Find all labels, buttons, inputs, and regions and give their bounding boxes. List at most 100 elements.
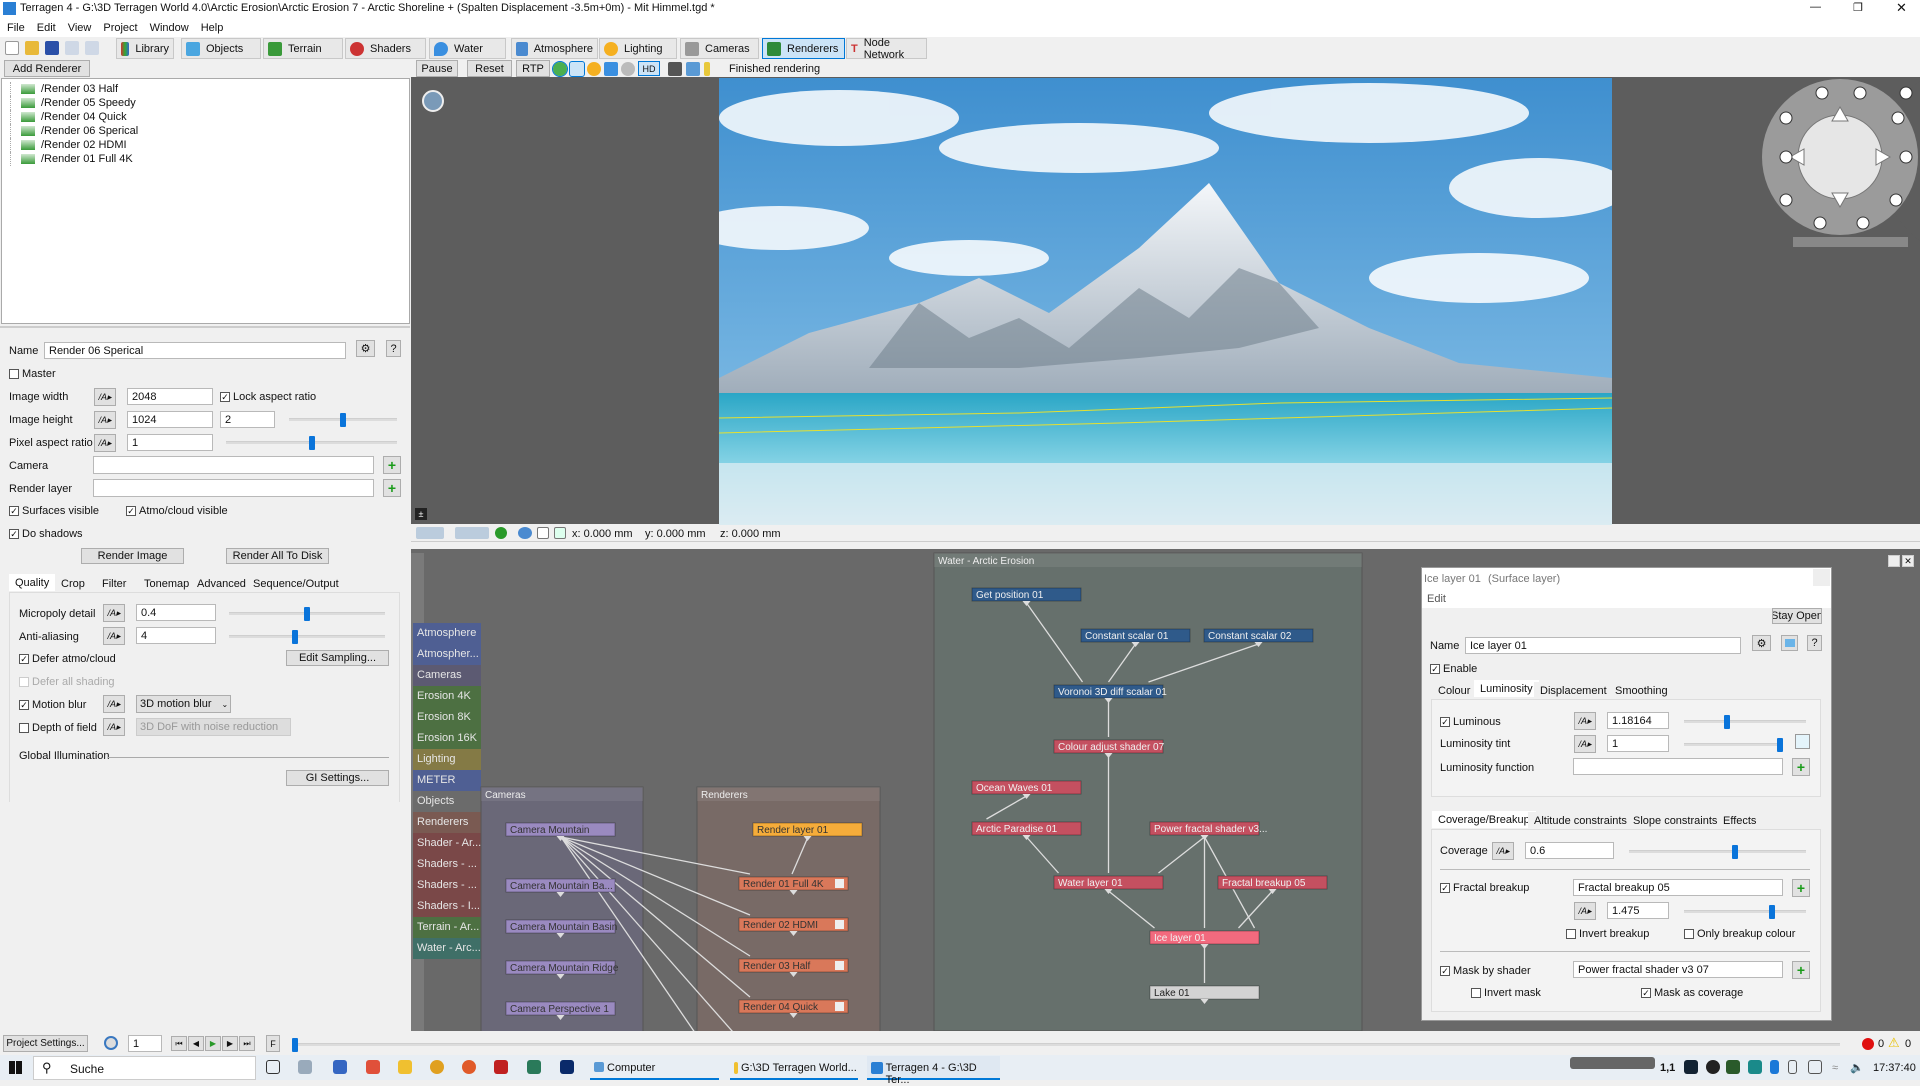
taskbar-app-explorer[interactable]: G:\3D Terragen World... [730, 1056, 858, 1080]
luminosity-tint-label: Luminosity tint [1440, 738, 1511, 750]
only-breakup-colour-checkbox[interactable]: Only breakup colour [1684, 928, 1795, 940]
enable-checkbox[interactable]: ✓ Enable [1430, 663, 1477, 675]
stay-open-button[interactable]: Stay Open [1772, 608, 1822, 624]
nvidia-icon[interactable] [1726, 1060, 1740, 1074]
luminous-checkbox[interactable]: ✓ Luminous [1440, 716, 1501, 728]
slider-thumb[interactable] [1777, 738, 1783, 752]
luminous-slider[interactable] [1684, 715, 1806, 729]
surface-name-field[interactable]: Ice layer 01 [1465, 637, 1741, 654]
app-icon[interactable] [527, 1060, 541, 1074]
first-frame-button[interactable]: ⏮ [171, 1036, 187, 1051]
gear-menu-button[interactable]: ⚙ [1752, 635, 1771, 651]
function-button[interactable]: /A▸ [1574, 902, 1596, 920]
add-breakup-button[interactable]: + [1792, 879, 1810, 897]
function-button[interactable]: /A▸ [1574, 712, 1596, 730]
invert-breakup-checkbox[interactable]: Invert breakup [1566, 928, 1649, 940]
tab-colour[interactable]: Colour [1432, 682, 1477, 699]
firefox-icon[interactable] [462, 1060, 476, 1074]
slider-thumb[interactable] [1768, 905, 1775, 919]
invert-mask-checkbox[interactable]: Invert mask [1471, 987, 1541, 999]
keyframe-button[interactable]: F [266, 1035, 280, 1052]
camera-node-label: Camera Mountain Ba... [510, 881, 613, 892]
slider-thumb[interactable] [1723, 715, 1730, 729]
timeline-slider[interactable] [292, 1038, 1840, 1052]
preview-button[interactable] [1781, 635, 1798, 651]
luminosity-tint-field[interactable]: 1 [1607, 735, 1669, 752]
panel-close-button[interactable]: ✕ [1902, 555, 1914, 567]
function-button[interactable]: /A▸ [1492, 842, 1514, 860]
meet-icon[interactable] [1808, 1060, 1822, 1074]
clock-icon[interactable] [104, 1036, 118, 1050]
photoshop-icon[interactable] [560, 1060, 574, 1074]
play-button[interactable]: ▶ [205, 1036, 221, 1051]
tray-icon[interactable] [1748, 1060, 1762, 1074]
fractal-breakup-checkbox[interactable]: ✓ Fractal breakup [1440, 882, 1529, 894]
tab-displacement[interactable]: Displacement [1534, 682, 1613, 699]
project-settings-button[interactable]: Project Settings... [3, 1035, 88, 1052]
expand-icon[interactable] [835, 961, 844, 970]
shader-node-label: Ocean Waves 01 [976, 783, 1053, 794]
wifi-icon[interactable]: ≈ [1832, 1062, 1838, 1074]
keyboard-layout[interactable]: 1,1 [1660, 1062, 1675, 1074]
tray-icon[interactable] [1684, 1060, 1698, 1074]
windows-start-button[interactable] [9, 1061, 22, 1074]
task-view-icon[interactable] [266, 1060, 280, 1074]
coverage-field[interactable]: 0.6 [1525, 842, 1614, 859]
mask-shader-field[interactable]: Power fractal shader v3 07 [1573, 961, 1783, 978]
luminosity-tint-slider[interactable] [1684, 738, 1783, 752]
frame-field[interactable]: 1 [128, 1035, 162, 1052]
usb-icon[interactable] [1788, 1060, 1797, 1074]
panel-restore-button[interactable] [1888, 555, 1900, 567]
luminous-field[interactable]: 1.18164 [1607, 712, 1669, 729]
slider-thumb[interactable] [292, 1038, 298, 1052]
app-icon[interactable] [430, 1060, 444, 1074]
coverage-tab-panel [1431, 829, 1821, 1012]
prev-frame-button[interactable]: ◀ [188, 1036, 204, 1051]
fractal-breakup-field[interactable]: Fractal breakup 05 [1573, 879, 1783, 896]
volume-icon[interactable]: 🔈 [1850, 1061, 1864, 1074]
tint-colour-swatch[interactable] [1795, 734, 1810, 749]
last-frame-button[interactable]: ⏭ [239, 1036, 255, 1051]
file-explorer-icon[interactable] [398, 1060, 412, 1074]
shader-node-label: Fractal breakup 05 [1222, 878, 1306, 889]
expand-icon[interactable] [835, 920, 844, 929]
add-mask-button[interactable]: + [1792, 961, 1810, 979]
tab-altitude-constraints[interactable]: Altitude constraints [1528, 812, 1633, 829]
warning-icon: ⚠ [1888, 1035, 1900, 1050]
tab-effects[interactable]: Effects [1717, 812, 1763, 829]
clock: 17:37:40 [1873, 1062, 1916, 1074]
shader-node-label: Voronoi 3D diff scalar 01 [1058, 687, 1167, 698]
tab-coverage-breakup[interactable]: Coverage/Breakup [1432, 811, 1536, 828]
tab-smoothing[interactable]: Smoothing [1609, 682, 1674, 699]
taskbar-app-computer[interactable]: Computer [590, 1056, 719, 1080]
media-player-widget[interactable] [1570, 1057, 1655, 1069]
mask-as-coverage-checkbox[interactable]: ✓ Mask as coverage [1641, 987, 1743, 999]
name-label: Name [1430, 640, 1460, 652]
next-frame-button[interactable]: ▶ [222, 1036, 238, 1051]
bluetooth-icon[interactable] [1770, 1060, 1779, 1074]
slider-thumb[interactable] [1732, 845, 1739, 859]
app-icon[interactable] [333, 1060, 347, 1074]
expand-icon[interactable] [835, 879, 844, 888]
help-button[interactable]: ? [1807, 635, 1822, 651]
add-function-button[interactable]: + [1792, 758, 1810, 776]
breakup-slider[interactable] [1684, 905, 1806, 919]
app-icon[interactable] [494, 1060, 508, 1074]
expand-icon[interactable] [835, 1002, 844, 1011]
mask-by-shader-checkbox[interactable]: ✓ Mask by shader [1440, 965, 1531, 977]
tray-icon[interactable] [1706, 1060, 1720, 1074]
app-icon[interactable] [298, 1060, 312, 1074]
app-icon[interactable] [366, 1060, 380, 1074]
shader-node-label: Lake 01 [1154, 988, 1190, 999]
search-box[interactable] [33, 1056, 256, 1080]
panel-close-button[interactable] [1813, 569, 1830, 586]
divider [1440, 951, 1810, 952]
edit-menu[interactable]: Edit [1427, 593, 1446, 605]
taskbar-app-terragen[interactable]: Terragen 4 - G:\3D Ter... [867, 1056, 1000, 1086]
function-button[interactable]: /A▸ [1574, 735, 1596, 753]
breakup-amount-field[interactable]: 1.475 [1607, 902, 1669, 919]
coverage-slider[interactable] [1629, 845, 1806, 859]
tab-luminosity[interactable]: Luminosity [1474, 680, 1539, 697]
tab-slope-constraints[interactable]: Slope constraints [1627, 812, 1724, 829]
luminosity-function-field[interactable] [1573, 758, 1783, 775]
